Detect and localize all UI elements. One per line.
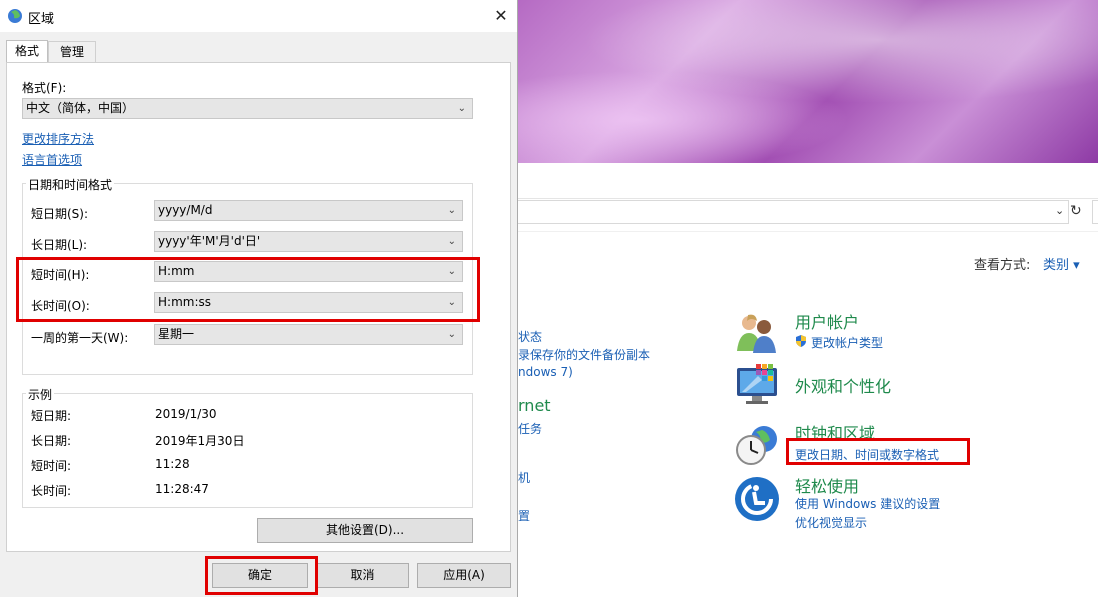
- example-long-time-value: 11:28:47: [155, 482, 209, 496]
- format-label: 格式(F):: [22, 81, 67, 95]
- tab-administrative[interactable]: 管理: [48, 41, 96, 62]
- datetime-formats-legend: 日期和时间格式: [26, 176, 115, 193]
- dialog-title: 区域: [28, 12, 55, 27]
- apply-button[interactable]: 应用(A): [417, 563, 511, 588]
- close-button[interactable]: ✕: [488, 4, 514, 28]
- search-box[interactable]: [1092, 200, 1098, 224]
- long-date-select[interactable]: yyyy'年'M'月'd'日' ⌄: [154, 231, 463, 252]
- ease-of-access-icon[interactable]: [734, 476, 780, 522]
- first-day-of-week-label: 一周的第一天(W):: [31, 331, 129, 345]
- optimize-visual-display-link[interactable]: 优化视觉显示: [795, 514, 867, 531]
- examples-group: [22, 393, 473, 508]
- view-by-dropdown[interactable]: 类别 ▾: [1043, 254, 1080, 273]
- left-link-fragment[interactable]: 机: [518, 469, 530, 486]
- chevron-down-icon: ⌄: [447, 329, 456, 340]
- clock-region-icon[interactable]: [734, 422, 780, 468]
- language-preferences-link[interactable]: 语言首选项: [22, 151, 82, 168]
- user-accounts-title[interactable]: 用户帐户: [795, 309, 859, 333]
- address-bar[interactable]: [518, 200, 1069, 224]
- appearance-personalization-title[interactable]: 外观和个性化: [795, 373, 891, 397]
- highlight-box: [205, 556, 318, 595]
- example-short-time-label: 短时间:: [31, 459, 72, 473]
- left-link-fragment[interactable]: 状态: [518, 328, 542, 345]
- long-date-label: 长日期(L):: [31, 238, 88, 252]
- left-link-fragment[interactable]: 任务: [518, 420, 542, 437]
- short-date-select[interactable]: yyyy/M/d ⌄: [154, 200, 463, 221]
- appearance-personalization-icon[interactable]: [734, 362, 780, 408]
- example-long-time-label: 长时间:: [31, 484, 72, 498]
- region-dialog: 区域 ✕ 格式 管理 格式(F): 中文（简体，中国） ⌄ 更改排序方法 语言首选…: [0, 0, 518, 597]
- divider: [518, 231, 1098, 232]
- short-date-label: 短日期(S):: [31, 207, 89, 221]
- chevron-down-icon: ⌄: [447, 236, 456, 247]
- left-category-fragment[interactable]: rnet: [518, 396, 551, 415]
- left-link-fragment[interactable]: 录保存你的文件备份副本: [518, 346, 650, 363]
- highlight-box: [16, 257, 480, 322]
- change-account-type-link[interactable]: 更改帐户类型: [811, 334, 883, 351]
- left-link-fragment[interactable]: 置: [518, 507, 530, 524]
- shield-icon: [796, 335, 806, 347]
- additional-settings-button[interactable]: 其他设置(D)...: [257, 518, 473, 543]
- control-panel-toolbar: [518, 163, 1098, 199]
- change-sorting-method-link[interactable]: 更改排序方法: [22, 130, 94, 147]
- user-accounts-icon[interactable]: [734, 309, 780, 355]
- tab-format[interactable]: 格式: [6, 40, 48, 63]
- chevron-down-icon: ⌄: [447, 205, 456, 216]
- example-short-time-value: 11:28: [155, 457, 190, 471]
- format-select[interactable]: 中文（简体，中国） ⌄: [22, 98, 473, 119]
- examples-legend: 示例: [26, 386, 55, 403]
- example-long-date-value: 2019年1月30日: [155, 434, 245, 448]
- left-link-fragment[interactable]: ndows 7): [518, 365, 573, 379]
- example-short-date-value: 2019/1/30: [155, 407, 217, 421]
- highlight-box: [786, 438, 970, 465]
- example-short-date-label: 短日期:: [31, 409, 72, 423]
- chevron-down-icon[interactable]: ⌄: [1055, 204, 1067, 218]
- ease-of-access-title[interactable]: 轻松使用: [795, 473, 859, 497]
- example-long-date-label: 长日期:: [31, 434, 72, 448]
- view-by-label: 查看方式:: [974, 258, 1031, 273]
- desktop-wallpaper: [518, 0, 1098, 163]
- windows-recommended-settings-link[interactable]: 使用 Windows 建议的设置: [795, 495, 940, 512]
- chevron-down-icon: ⌄: [457, 103, 466, 114]
- first-day-of-week-select[interactable]: 星期一 ⌄: [154, 324, 463, 345]
- globe-icon: [8, 9, 22, 23]
- title-bar[interactable]: 区域 ✕: [0, 0, 517, 32]
- refresh-icon[interactable]: ↻: [1070, 203, 1086, 219]
- cancel-button[interactable]: 取消: [316, 563, 409, 588]
